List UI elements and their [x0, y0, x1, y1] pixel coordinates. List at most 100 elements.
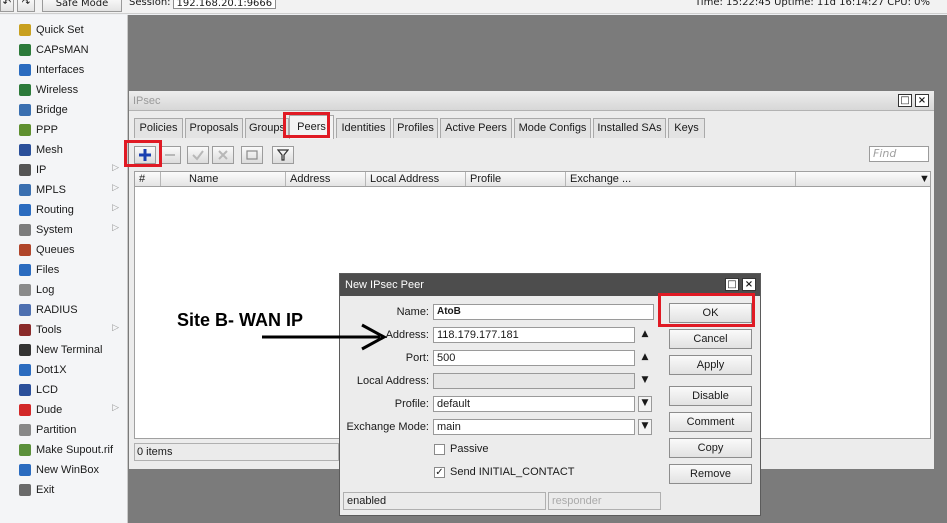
peers-tab-highlight — [283, 112, 330, 138]
address-field[interactable]: 118.179.177.181 — [433, 327, 635, 343]
tab-proposals[interactable]: Proposals — [185, 118, 243, 138]
menu-item-label: Make Supout.rif — [36, 444, 114, 456]
exit-icon — [17, 483, 33, 497]
exchange-mode-dropdown-icon[interactable]: ▼ — [638, 419, 652, 435]
menu-item-new-terminal[interactable]: New Terminal — [0, 340, 127, 360]
redo-button[interactable]: ↷ — [17, 0, 35, 12]
column-header[interactable]: Address — [286, 172, 366, 186]
menu-item-capsman[interactable]: CAPsMAN — [0, 40, 127, 60]
menu-item-label: Interfaces — [36, 64, 85, 76]
ipsec-window-titlebar[interactable]: IPsec □ × — [129, 91, 934, 111]
menu-item-label: PPP — [36, 124, 59, 136]
column-header[interactable]: Profile — [466, 172, 566, 186]
filter-button[interactable] — [272, 146, 294, 164]
menu-item-tools[interactable]: Tools ▷ — [0, 320, 127, 340]
filter-icon — [277, 149, 289, 161]
ip-icon — [17, 163, 33, 177]
menu-item-queues[interactable]: Queues — [0, 240, 127, 260]
bridge-icon — [17, 103, 33, 117]
tab-keys[interactable]: Keys — [668, 118, 705, 138]
tab-policies[interactable]: Policies — [134, 118, 183, 138]
column-header[interactable]: Name — [185, 172, 286, 186]
profile-select[interactable]: default — [433, 396, 635, 412]
menu-item-label: Queues — [36, 244, 75, 256]
port-label: Port: — [405, 352, 429, 364]
comment-button[interactable] — [241, 146, 263, 164]
menu-item-ip[interactable]: IP ▷ — [0, 160, 127, 180]
passive-label: Passive — [450, 443, 489, 455]
send-initial-contact-checkbox[interactable]: ✓ — [434, 467, 445, 478]
enable-button[interactable] — [187, 146, 209, 164]
menu-item-lcd[interactable]: LCD — [0, 380, 127, 400]
dialog-title: New IPsec Peer — [345, 279, 424, 291]
port-field[interactable]: 500 — [433, 350, 635, 366]
dialog-status-role: responder — [548, 492, 661, 510]
safe-mode-button[interactable]: Safe Mode — [42, 0, 122, 12]
close-icon[interactable]: × — [915, 94, 929, 107]
menu-item-ppp[interactable]: PPP — [0, 120, 127, 140]
local-address-expand-icon[interactable]: ▼ — [639, 373, 651, 387]
local-address-field[interactable] — [433, 373, 635, 389]
menu-item-exit[interactable]: Exit — [0, 480, 127, 500]
tab-installed-sas[interactable]: Installed SAs — [593, 118, 666, 138]
wand-icon-glyph — [19, 24, 31, 36]
apply-button[interactable]: Apply — [669, 355, 752, 375]
tab-active-peers[interactable]: Active Peers — [440, 118, 512, 138]
submenu-arrow-icon: ▷ — [112, 323, 119, 333]
address-add-icon[interactable]: ▲ — [639, 327, 651, 341]
ip-icon-glyph — [19, 164, 31, 176]
local-address-label: Local Address: — [356, 375, 429, 387]
comment-peer-button[interactable]: Comment — [669, 412, 752, 432]
tab-profiles[interactable]: Profiles — [393, 118, 438, 138]
cancel-button[interactable]: Cancel — [669, 329, 752, 349]
tab-identities[interactable]: Identities — [336, 118, 391, 138]
undo-button[interactable]: ↶ — [0, 0, 14, 12]
menu-item-dot1x[interactable]: Dot1X — [0, 360, 127, 380]
menu-item-new-winbox[interactable]: New WinBox — [0, 460, 127, 480]
comment-icon — [246, 150, 258, 160]
name-field[interactable]: AtoB — [433, 304, 654, 320]
disable-button[interactable] — [212, 146, 234, 164]
lcd-icon-glyph — [19, 384, 31, 396]
menu-item-files[interactable]: Files — [0, 260, 127, 280]
column-header[interactable]: Exchange ... — [566, 172, 796, 186]
maximize-icon[interactable]: □ — [898, 94, 912, 107]
interfaces-icon — [17, 63, 33, 77]
disable-peer-button[interactable]: Disable — [669, 386, 752, 406]
menu-item-dude[interactable]: Dude ▷ — [0, 400, 127, 420]
profile-dropdown-icon[interactable]: ▼ — [638, 396, 652, 412]
dialog-close-icon[interactable]: × — [742, 278, 756, 291]
menu-item-system[interactable]: System ▷ — [0, 220, 127, 240]
copy-button[interactable]: Copy — [669, 438, 752, 458]
menu-item-radius[interactable]: RADIUS — [0, 300, 127, 320]
winbox-icon-glyph — [19, 464, 31, 476]
columns-menu-icon[interactable]: ▼ — [915, 172, 931, 186]
menu-item-quick-set[interactable]: Quick Set — [0, 20, 127, 40]
passive-checkbox[interactable] — [434, 444, 445, 455]
terminal-icon-glyph — [19, 344, 31, 356]
menu-item-mpls[interactable]: MPLS ▷ — [0, 180, 127, 200]
menu-item-routing[interactable]: Routing ▷ — [0, 200, 127, 220]
find-input[interactable]: Find — [869, 146, 929, 162]
winbox-icon — [17, 463, 33, 477]
tab-mode-configs[interactable]: Mode Configs — [514, 118, 591, 138]
peers-table-header: # Name Address Local Address Profile Exchange… — [134, 171, 931, 187]
port-add-icon[interactable]: ▲ — [639, 350, 651, 364]
exit-icon-glyph — [19, 484, 31, 496]
menu-item-interfaces[interactable]: Interfaces — [0, 60, 127, 80]
submenu-arrow-icon: ▷ — [112, 163, 119, 173]
exchange-mode-select[interactable]: main — [433, 419, 635, 435]
menu-item-mesh[interactable]: Mesh — [0, 140, 127, 160]
remove-peer-button[interactable]: Remove — [669, 464, 752, 484]
menu-item-wireless[interactable]: Wireless — [0, 80, 127, 100]
menu-item-bridge[interactable]: Bridge — [0, 100, 127, 120]
remove-button[interactable] — [159, 146, 181, 164]
menu-item-log[interactable]: Log — [0, 280, 127, 300]
column-header[interactable]: Local Address — [366, 172, 466, 186]
main-menu: Quick Set CAPsMAN Interfaces Wireless Bridge… — [0, 15, 128, 523]
menu-item-make-supout-rif[interactable]: Make Supout.rif — [0, 440, 127, 460]
menu-item-partition[interactable]: Partition — [0, 420, 127, 440]
ppp-icon-glyph — [19, 124, 31, 136]
column-header[interactable]: # — [135, 172, 161, 186]
dialog-maximize-icon[interactable]: □ — [725, 278, 739, 291]
